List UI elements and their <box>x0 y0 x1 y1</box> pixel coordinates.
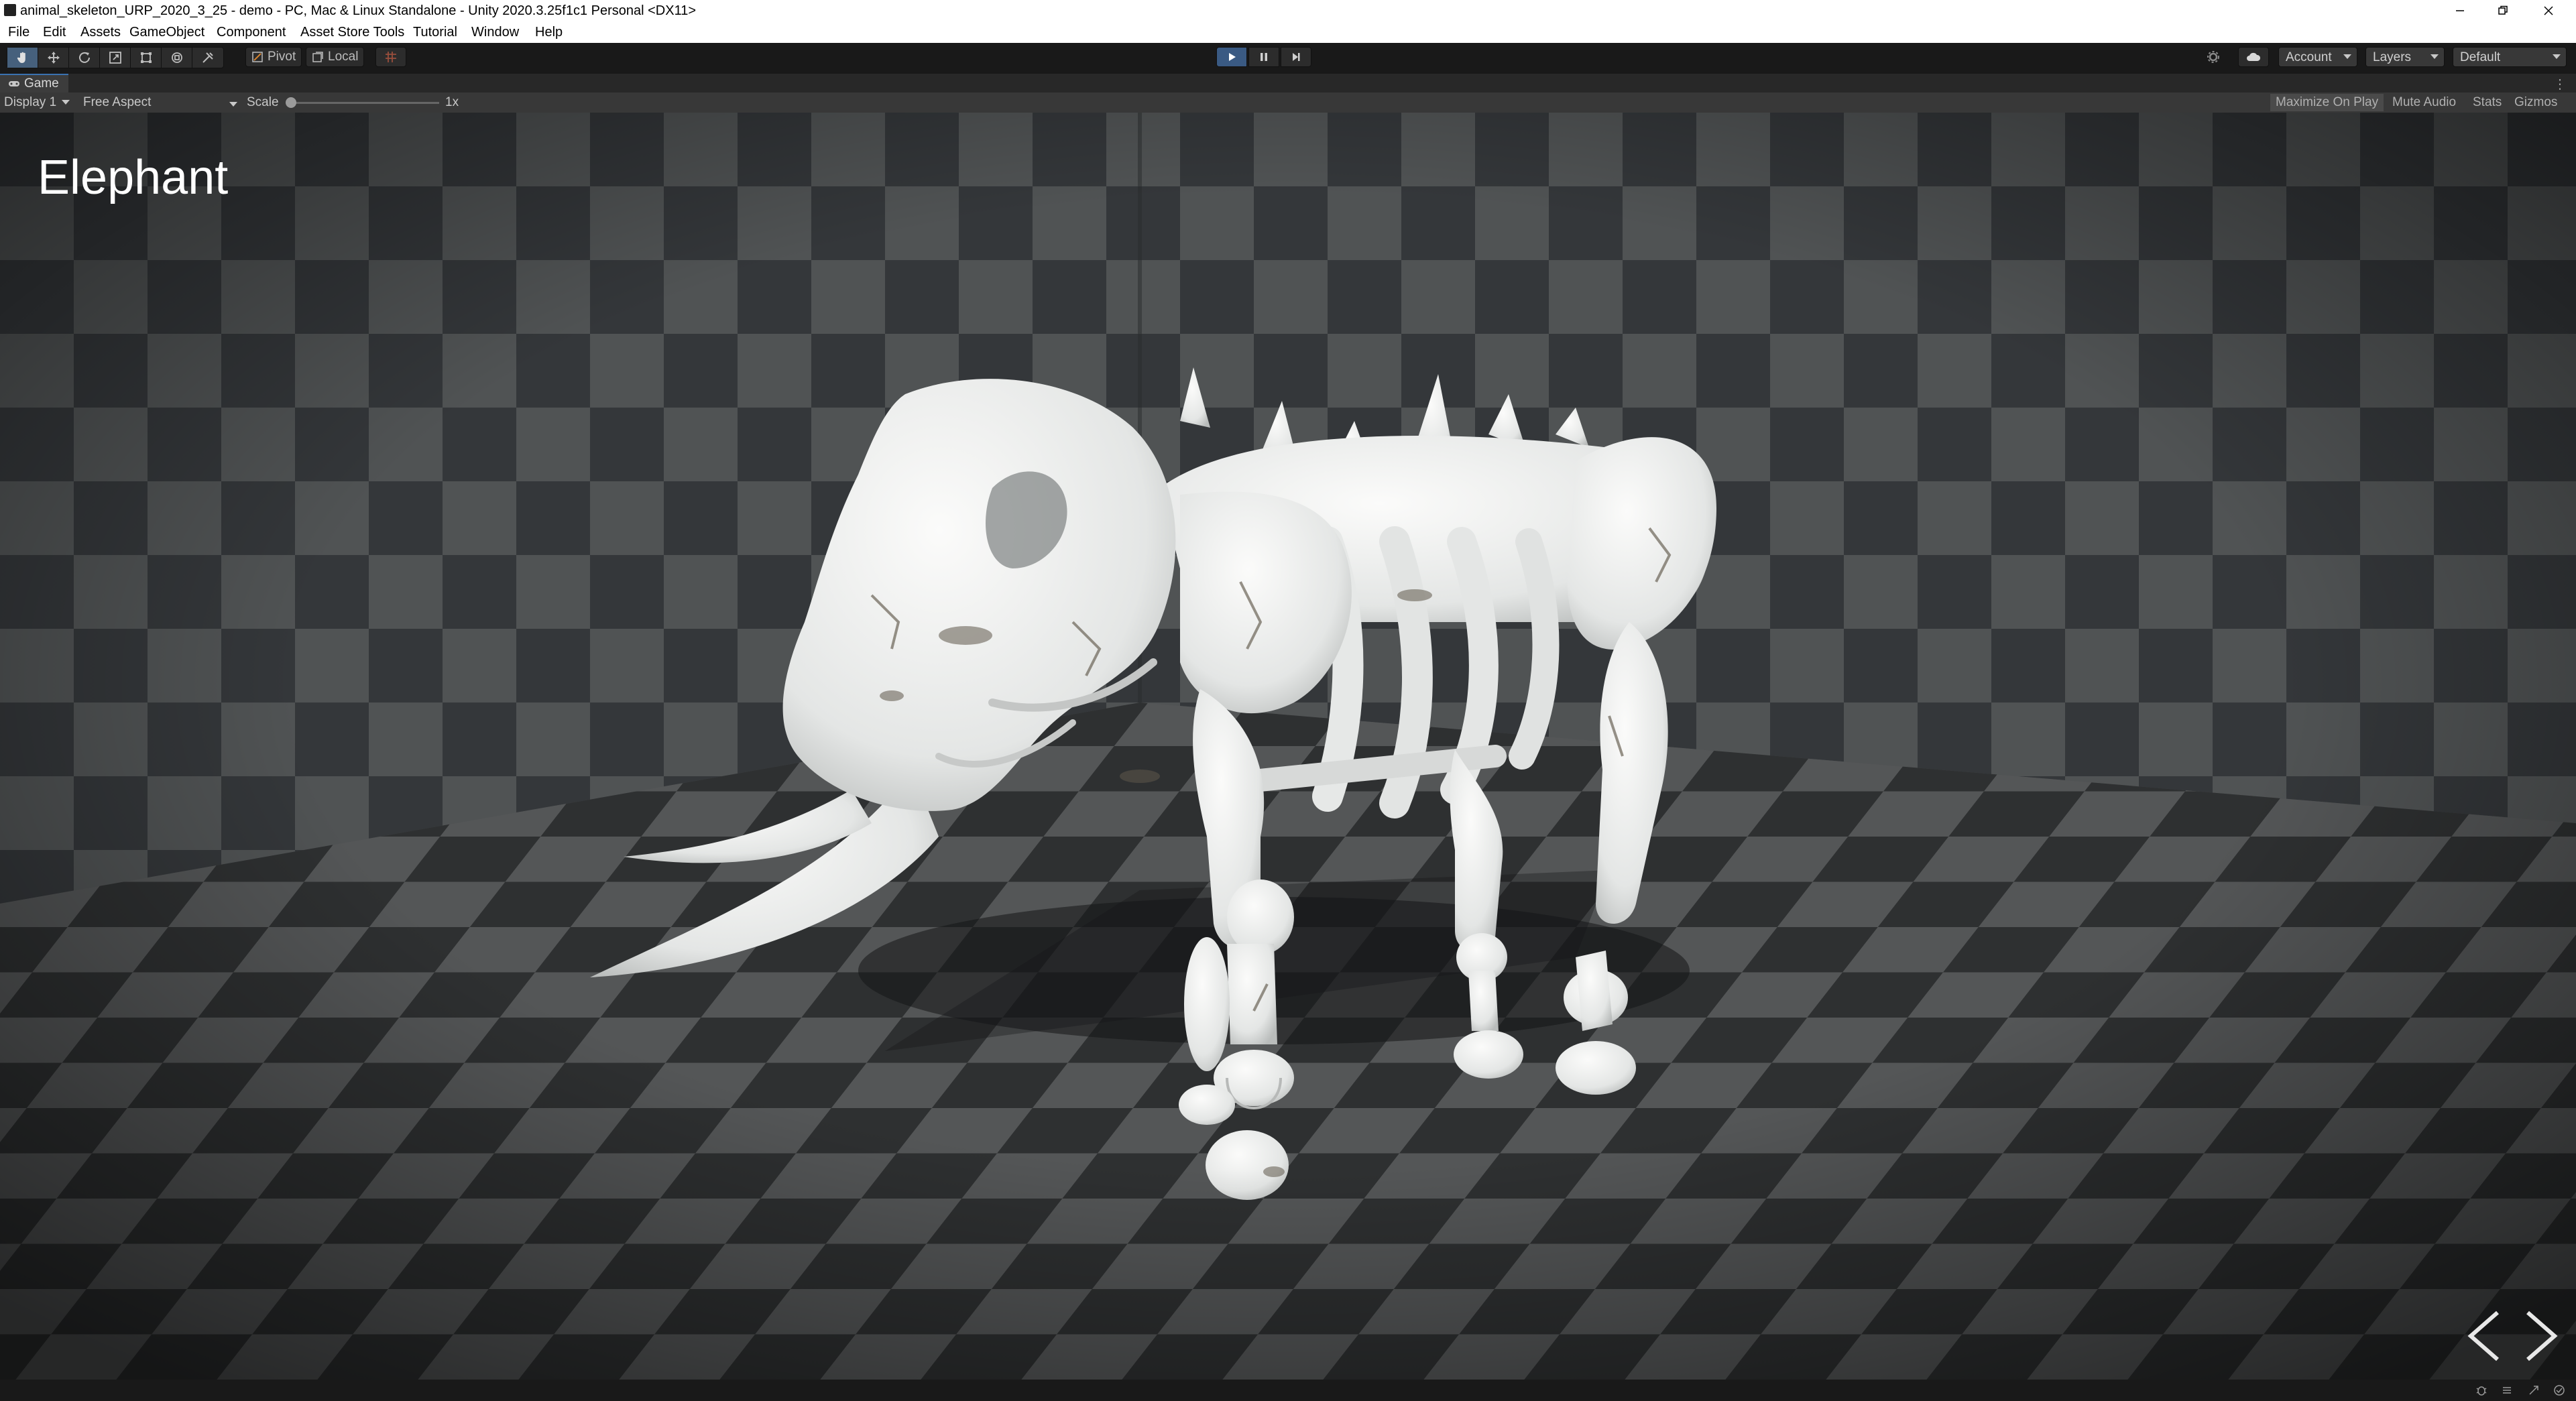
menu-assets[interactable]: Assets <box>80 25 121 40</box>
chevron-down-icon <box>2343 54 2351 59</box>
custom-tool-button[interactable] <box>192 48 223 68</box>
chevron-down-icon <box>2553 54 2561 59</box>
window-title: animal_skeleton_URP_2020_3_25 - demo - P… <box>20 3 697 18</box>
menu-asset-store-tools[interactable]: Asset Store Tools <box>300 25 404 40</box>
menu-tutorial[interactable]: Tutorial <box>413 25 457 40</box>
custom-tools-icon <box>202 52 213 63</box>
game-viewport[interactable]: Elephant <box>0 113 2576 1380</box>
play-button[interactable] <box>1216 47 1247 67</box>
check-circle-icon[interactable] <box>2553 1384 2565 1396</box>
chevron-down-icon <box>229 102 237 107</box>
menu-edit[interactable]: Edit <box>43 25 66 40</box>
close-icon <box>2544 6 2553 15</box>
layers-dropdown[interactable]: Layers <box>2365 47 2445 67</box>
main-toolbar: Pivot Local Account Layers Default <box>0 43 2576 74</box>
local-icon <box>312 52 323 62</box>
game-tab-label: Game <box>24 76 59 90</box>
gizmos-toggle[interactable]: Gizmos <box>2509 94 2576 120</box>
rotate-tool-button[interactable] <box>69 48 100 68</box>
transform-tool-button[interactable] <box>162 48 192 68</box>
status-bar <box>0 1380 2576 1401</box>
minimize-button[interactable] <box>2441 0 2479 21</box>
transform-icon <box>171 52 182 63</box>
debug-icon[interactable] <box>2475 1384 2487 1396</box>
previous-animal-button[interactable] <box>2461 1306 2508 1366</box>
pause-icon <box>1261 53 1267 61</box>
maximize-on-play-toggle[interactable]: Maximize On Play <box>2270 94 2384 111</box>
scale-tool-button[interactable] <box>100 48 131 68</box>
auto-generate-lighting-icon[interactable] <box>2528 1384 2540 1396</box>
scene-render <box>0 113 2576 1380</box>
stats-toggle[interactable]: Stats <box>2467 94 2507 111</box>
gamepad-icon <box>9 81 19 86</box>
layout-label: Default <box>2460 50 2501 64</box>
rotate-icon <box>78 52 90 63</box>
step-icon <box>1293 53 1300 61</box>
minimize-icon <box>2456 10 2464 11</box>
scale-slider-track[interactable] <box>288 102 439 104</box>
pivot-toggle[interactable]: Pivot <box>245 47 302 67</box>
menu-gameobject[interactable]: GameObject <box>129 25 204 40</box>
move-tool-button[interactable] <box>38 48 69 68</box>
scale-label: Scale <box>247 95 279 109</box>
chevron-left-icon <box>2467 1311 2499 1361</box>
grid-snapping-button[interactable] <box>375 47 406 67</box>
aspect-dropdown[interactable]: Free Aspect <box>83 95 237 110</box>
rect-tool-button[interactable] <box>131 48 162 68</box>
gizmos-label: Gizmos <box>2514 95 2558 109</box>
window-title-bar: animal_skeleton_URP_2020_3_25 - demo - P… <box>0 0 2576 21</box>
menu-file[interactable]: File <box>8 25 30 40</box>
local-label: Local <box>328 50 359 64</box>
scale-value: 1x <box>445 95 459 109</box>
collab-button[interactable] <box>2238 47 2269 67</box>
account-label: Account <box>2286 50 2332 64</box>
game-view-controls: Display 1 Free Aspect Scale 1x Maximize … <box>0 93 2576 120</box>
game-tab-bar: Game ⋮ <box>0 74 2576 93</box>
cloud-icon <box>2247 52 2261 61</box>
menu-component[interactable]: Component <box>217 25 286 40</box>
scale-slider-thumb[interactable] <box>286 97 296 108</box>
play-icon <box>1229 53 1236 61</box>
account-dropdown[interactable]: Account <box>2278 47 2357 67</box>
transform-tool-group <box>7 47 224 68</box>
hand-icon <box>17 52 25 63</box>
restore-button[interactable] <box>2483 0 2522 21</box>
progress-icon[interactable] <box>2501 1384 2513 1396</box>
menu-help[interactable]: Help <box>535 25 563 40</box>
step-button[interactable] <box>1281 47 1311 67</box>
chevron-down-icon <box>2431 54 2439 59</box>
display-label: Display 1 <box>4 95 57 109</box>
chevron-down-icon <box>62 100 70 105</box>
next-animal-button[interactable] <box>2518 1306 2565 1366</box>
gear-icon <box>2207 51 2219 63</box>
pivot-icon <box>252 52 263 62</box>
scale-icon <box>109 52 121 64</box>
close-button[interactable] <box>2529 0 2568 21</box>
tab-game[interactable]: Game <box>0 74 68 93</box>
layout-dropdown[interactable]: Default <box>2453 47 2567 67</box>
grid-snap-icon <box>386 52 396 62</box>
unity-app-icon <box>4 4 16 16</box>
restore-icon <box>2498 5 2508 15</box>
menu-window[interactable]: Window <box>471 25 519 40</box>
services-button[interactable] <box>2198 47 2229 67</box>
display-dropdown[interactable]: Display 1 <box>4 95 70 110</box>
kebab-menu-icon[interactable]: ⋮ <box>2553 76 2567 93</box>
menu-bar: File Edit Assets GameObject Component As… <box>0 21 2576 43</box>
chevron-right-icon <box>2526 1311 2558 1361</box>
mute-audio-toggle[interactable]: Mute Audio <box>2387 94 2461 111</box>
hand-tool-button[interactable] <box>7 48 38 68</box>
scene-title: Elephant <box>38 151 229 204</box>
move-icon <box>47 52 60 64</box>
pivot-label: Pivot <box>268 50 296 64</box>
local-toggle[interactable]: Local <box>306 47 365 67</box>
rect-icon <box>140 52 152 63</box>
layers-label: Layers <box>2373 50 2412 64</box>
pause-button[interactable] <box>1248 47 1279 67</box>
aspect-label: Free Aspect <box>83 95 152 109</box>
